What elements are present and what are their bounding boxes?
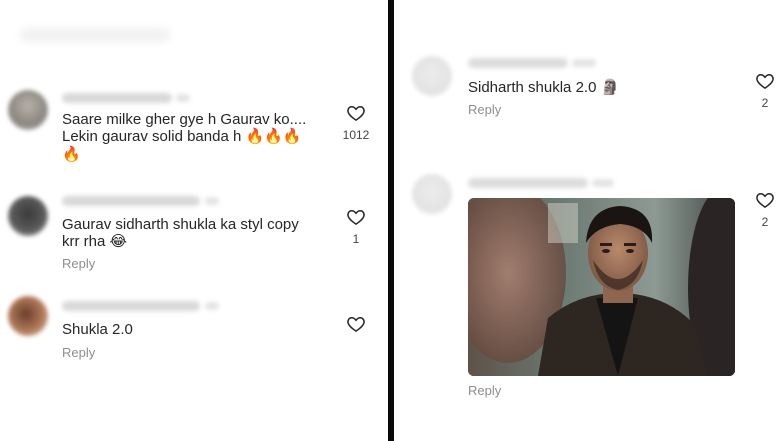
heart-outline-icon[interactable] (755, 190, 775, 210)
heart-outline-icon[interactable] (346, 207, 366, 227)
reply-button[interactable]: Reply (468, 383, 501, 398)
avatar[interactable] (8, 90, 48, 130)
man-in-leather-jacket-gif[interactable] (468, 198, 735, 376)
username-blurred[interactable] (468, 58, 568, 68)
comment-text-line: Lekin gaurav solid banda h 🔥🔥🔥 (62, 128, 302, 145)
comment-text-line: Sidharth shukla 2.0 🗿 (468, 79, 620, 96)
timestamp-blurred (205, 197, 219, 205)
timestamp-blurred (572, 59, 596, 67)
reply-button[interactable]: Reply (468, 102, 501, 117)
comment-text-line: 🔥 (62, 146, 81, 163)
avatar[interactable] (412, 174, 452, 214)
avatar[interactable] (8, 196, 48, 236)
timestamp-blurred (205, 302, 219, 310)
heart-outline-icon[interactable] (755, 71, 775, 91)
comment-text-line: krr rha 😂 (62, 233, 128, 250)
reply-button[interactable]: Reply (62, 256, 95, 271)
comment-text-line: Shukla 2.0 (62, 321, 133, 338)
avatar[interactable] (8, 296, 48, 336)
heart-outline-icon[interactable] (346, 103, 366, 123)
like-count: 1 (352, 232, 360, 246)
timestamp-blurred (176, 94, 190, 102)
username-blurred[interactable] (62, 301, 200, 311)
heart-outline-icon[interactable] (346, 314, 366, 334)
like-count: 2 (761, 96, 769, 110)
like-count: 2 (761, 215, 769, 229)
left-comments-panel: Saare milke gher gye h Gaurav ko.... Lek… (0, 0, 388, 441)
gif-image (468, 198, 735, 376)
like-count: 1012 (342, 128, 370, 142)
username-blurred[interactable] (62, 196, 200, 206)
username-blurred[interactable] (468, 178, 588, 188)
avatar[interactable] (412, 56, 452, 96)
timestamp-blurred (592, 179, 614, 187)
username-blurred[interactable] (62, 93, 172, 103)
reply-button[interactable]: Reply (62, 345, 95, 360)
blurred-previous-comment (20, 28, 170, 42)
